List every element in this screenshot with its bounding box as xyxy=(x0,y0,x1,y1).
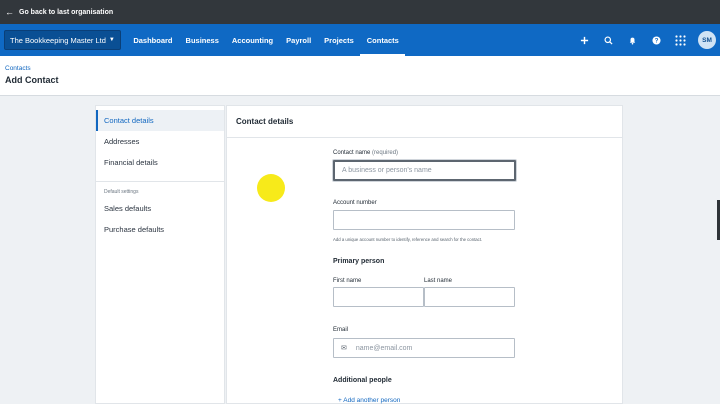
panel-title: Contact details xyxy=(236,117,294,126)
cursor-highlight xyxy=(257,174,285,202)
add-another-person-link[interactable]: + Add another person xyxy=(338,397,400,404)
sidebar-item-purchase-defaults[interactable]: Purchase defaults xyxy=(96,219,224,240)
caret-down-icon: ▼ xyxy=(108,37,115,43)
apps-grid-icon[interactable] xyxy=(668,34,692,46)
account-number-help: Add a unique account number to identify,… xyxy=(333,237,483,242)
contact-name-placeholder: A business or person's name xyxy=(342,167,432,174)
page-title: Add Contact xyxy=(5,75,59,85)
first-name-label: First name xyxy=(333,278,362,284)
nav-projects[interactable]: Projects xyxy=(318,24,361,56)
arrow-left-icon: ← xyxy=(5,7,14,17)
search-icon[interactable] xyxy=(596,35,620,45)
contact-details-panel: Contact details xyxy=(226,105,623,404)
primary-person-heading: Primary person xyxy=(333,258,385,265)
nav-links: Dashboard Business Accounting Payroll Pr… xyxy=(127,24,406,56)
sidebar-item-addresses[interactable]: Addresses xyxy=(96,131,224,152)
svg-text:?: ? xyxy=(654,37,658,44)
organisation-switcher[interactable]: The Bookkeeping Master Ltd ▼ xyxy=(4,30,121,50)
organisation-name: The Bookkeeping Master Ltd xyxy=(10,35,106,45)
nav-dashboard[interactable]: Dashboard xyxy=(127,24,179,56)
sidebar-item-contact-details[interactable]: Contact details xyxy=(96,110,224,131)
sidebar-heading-default-settings: Default settings xyxy=(104,189,139,195)
contact-name-label: Contact name (required) xyxy=(333,150,398,156)
sidebar-item-financial-details[interactable]: Financial details xyxy=(96,152,224,173)
panel-divider xyxy=(227,137,622,138)
envelope-icon: ✉ xyxy=(341,345,347,352)
additional-people-heading: Additional people xyxy=(333,377,392,384)
last-name-input[interactable] xyxy=(424,287,515,307)
account-number-input[interactable] xyxy=(333,210,515,230)
breadcrumb-contacts[interactable]: Contacts xyxy=(5,65,31,72)
nav-contacts[interactable]: Contacts xyxy=(360,24,406,56)
sidebar-divider xyxy=(96,181,224,182)
first-name-input[interactable] xyxy=(333,287,424,307)
user-avatar[interactable]: SM xyxy=(698,31,716,49)
email-input[interactable]: ✉ name@email.com xyxy=(333,338,515,358)
nav-payroll[interactable]: Payroll xyxy=(280,24,318,56)
help-icon[interactable]: ? xyxy=(644,35,668,45)
nav-accounting[interactable]: Accounting xyxy=(225,24,279,56)
page-header: Contacts Add Contact xyxy=(0,56,720,96)
back-to-organisation-bar[interactable]: ← Go back to last organisation xyxy=(0,0,720,24)
account-number-label: Account number xyxy=(333,200,377,206)
plus-icon[interactable] xyxy=(572,36,596,45)
back-to-organisation-label[interactable]: Go back to last organisation xyxy=(19,9,113,16)
main-navigation: The Bookkeeping Master Ltd ▼ Dashboard B… xyxy=(0,24,720,56)
contact-name-label-text: Contact name xyxy=(333,150,371,156)
bell-icon[interactable] xyxy=(620,36,644,45)
sidebar-item-sales-defaults[interactable]: Sales defaults xyxy=(96,198,224,219)
nav-icon-group: ? SM xyxy=(572,24,720,56)
required-marker: (required) xyxy=(372,150,399,156)
section-sidebar: Contact details Addresses Financial deta… xyxy=(95,105,225,404)
contact-name-input[interactable]: A business or person's name xyxy=(333,160,516,181)
email-placeholder: name@email.com xyxy=(355,344,413,352)
nav-business[interactable]: Business xyxy=(179,24,225,56)
last-name-label: Last name xyxy=(424,278,453,284)
email-label: Email xyxy=(333,327,349,333)
